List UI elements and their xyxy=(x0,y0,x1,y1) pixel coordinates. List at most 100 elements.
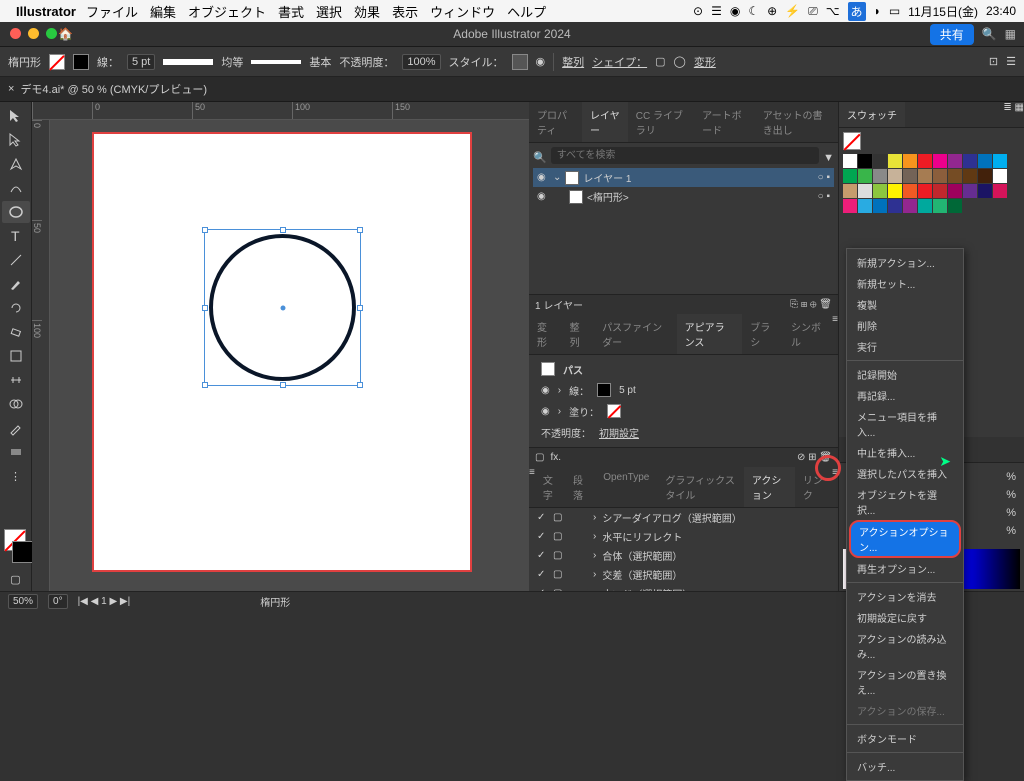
stroke-value[interactable]: 5 pt xyxy=(619,385,636,396)
tab-layers[interactable]: レイヤー xyxy=(582,102,628,142)
shape-icon[interactable]: ▢ xyxy=(655,55,665,68)
eraser-tool[interactable] xyxy=(2,321,30,343)
dots-tool[interactable]: ⋮ xyxy=(2,465,30,487)
isolate-icon[interactable]: ⊡ xyxy=(989,55,998,68)
share-button[interactable]: 共有 xyxy=(930,24,974,45)
line-tool[interactable] xyxy=(2,249,30,271)
tab-pathfinder[interactable]: パスファインダー xyxy=(594,314,676,354)
tab-paragraph[interactable]: 段落 xyxy=(565,467,595,507)
menu-item[interactable]: アクションの置き換え... xyxy=(847,664,963,700)
stroke-profile[interactable] xyxy=(163,59,213,65)
current-fill[interactable] xyxy=(843,132,861,150)
menu-object[interactable]: オブジェクト xyxy=(188,2,266,21)
recolor-icon[interactable]: ◉ xyxy=(536,55,546,68)
scale-tool[interactable] xyxy=(2,345,30,367)
visibility-icon[interactable]: ◉ xyxy=(541,406,550,417)
menu-file[interactable]: ファイル xyxy=(86,2,138,21)
appearance-stroke[interactable]: ◉ › 線： 5 pt xyxy=(533,380,834,401)
align-link[interactable]: 整列 xyxy=(562,54,584,70)
stroke-width-field[interactable]: 5 pt xyxy=(127,54,155,70)
search-icon[interactable]: 🔍 xyxy=(982,27,997,41)
action-row[interactable]: ✓▢› 交差（選択範囲） xyxy=(529,565,838,584)
arrange-icon[interactable]: ▦ xyxy=(1005,27,1016,41)
swatch[interactable] xyxy=(843,154,857,168)
menu-item[interactable]: 新規セット... xyxy=(847,273,963,294)
fx-label[interactable]: fx. xyxy=(550,452,561,463)
menu-item[interactable]: 削除 xyxy=(847,315,963,336)
tab-appearance[interactable]: アピアランス xyxy=(677,314,743,354)
swatch[interactable] xyxy=(858,184,872,198)
rotation-field[interactable]: 0° xyxy=(48,594,68,609)
check-icon[interactable]: ✓ xyxy=(537,550,547,561)
action-row[interactable]: ✓▢› 合体（選択範囲） xyxy=(529,546,838,565)
swatch[interactable] xyxy=(993,184,1007,198)
window-controls[interactable] xyxy=(0,22,67,45)
swatch[interactable] xyxy=(843,169,857,183)
selection-tool[interactable] xyxy=(2,105,30,127)
swatch[interactable] xyxy=(888,184,902,198)
swatch[interactable] xyxy=(948,154,962,168)
ellipse-tool[interactable] xyxy=(2,201,30,223)
swatch[interactable] xyxy=(948,184,962,198)
swatch[interactable] xyxy=(918,154,932,168)
shape-icon[interactable]: ◯ xyxy=(674,55,686,68)
swatch[interactable] xyxy=(948,199,962,213)
visibility-icon[interactable]: ◉ xyxy=(541,385,550,396)
swatch[interactable] xyxy=(873,184,887,198)
rotate-tool[interactable] xyxy=(2,297,30,319)
artboard-nav[interactable]: |◀ ◀ 1 ▶ ▶| xyxy=(78,596,131,607)
swatch[interactable] xyxy=(888,169,902,183)
swatch[interactable] xyxy=(933,184,947,198)
swatch[interactable] xyxy=(918,199,932,213)
menu-item[interactable]: 再生オプション... xyxy=(847,558,963,579)
menu-item[interactable]: オブジェクトを選択... xyxy=(847,484,963,520)
swatch[interactable] xyxy=(933,199,947,213)
home-icon[interactable]: 🏠 xyxy=(58,27,73,41)
style-swatch[interactable] xyxy=(512,54,528,70)
opacity-value[interactable]: 初期設定 xyxy=(599,425,639,440)
menu-type[interactable]: 書式 xyxy=(278,2,304,21)
swatch[interactable] xyxy=(963,169,977,183)
pen-tool[interactable] xyxy=(2,153,30,175)
tab-swatches[interactable]: スウォッチ xyxy=(839,102,905,127)
curvature-tool[interactable] xyxy=(2,177,30,199)
target-icon[interactable]: ○ ▪ xyxy=(818,191,830,202)
swatch[interactable] xyxy=(903,184,917,198)
menu-item[interactable]: アクションオプション... xyxy=(849,520,961,558)
panel-menu-icon[interactable]: ≡ xyxy=(832,314,838,354)
swatch-view-icons[interactable]: ≣ ▦ xyxy=(1003,102,1024,127)
menu-item[interactable]: 複製 xyxy=(847,294,963,315)
menu-select[interactable]: 選択 xyxy=(316,2,342,21)
swatch[interactable] xyxy=(963,184,977,198)
action-row[interactable]: ✓▢› シアーダイアログ（選択範囲） xyxy=(529,508,838,527)
swatch[interactable] xyxy=(858,199,872,213)
tab-actions[interactable]: アクション xyxy=(744,467,795,507)
locate-icon[interactable]: ⎘ ⊞ ⊕ 🗑 xyxy=(790,299,832,310)
menu-item[interactable]: 実行 xyxy=(847,336,963,357)
swatch[interactable] xyxy=(978,169,992,183)
tab-align[interactable]: 整列 xyxy=(562,314,595,354)
swatch[interactable] xyxy=(993,169,1007,183)
fill-swatch[interactable] xyxy=(607,404,621,418)
swatch[interactable] xyxy=(903,169,917,183)
transform-link[interactable]: 変形 xyxy=(694,54,716,70)
menu-item[interactable]: 新規アクション... xyxy=(847,252,963,273)
swatch[interactable] xyxy=(843,184,857,198)
visibility-icon[interactable]: ◉ xyxy=(537,172,549,183)
menu-item[interactable]: バッチ... xyxy=(847,756,963,777)
menu-help[interactable]: ヘルプ xyxy=(507,2,546,21)
check-icon[interactable]: ✓ xyxy=(537,531,547,542)
width-tool[interactable] xyxy=(2,369,30,391)
tab-artboards[interactable]: アートボード xyxy=(694,102,755,142)
brush-def[interactable] xyxy=(251,60,301,64)
close-tab-icon[interactable]: × xyxy=(8,83,14,95)
input-lang[interactable]: あ xyxy=(848,2,866,21)
appearance-opacity[interactable]: 不透明度： 初期設定 xyxy=(533,422,834,443)
eyedropper-tool[interactable] xyxy=(2,417,30,439)
menu-item[interactable]: アクションを消去 xyxy=(847,586,963,607)
screen-mode[interactable]: ▢ xyxy=(2,568,30,590)
tab-opentype[interactable]: OpenType xyxy=(595,467,657,507)
tab-transform[interactable]: 変形 xyxy=(529,314,562,354)
swatch[interactable] xyxy=(873,199,887,213)
layer-row[interactable]: ◉ <楕円形> ○ ▪ xyxy=(533,187,834,206)
